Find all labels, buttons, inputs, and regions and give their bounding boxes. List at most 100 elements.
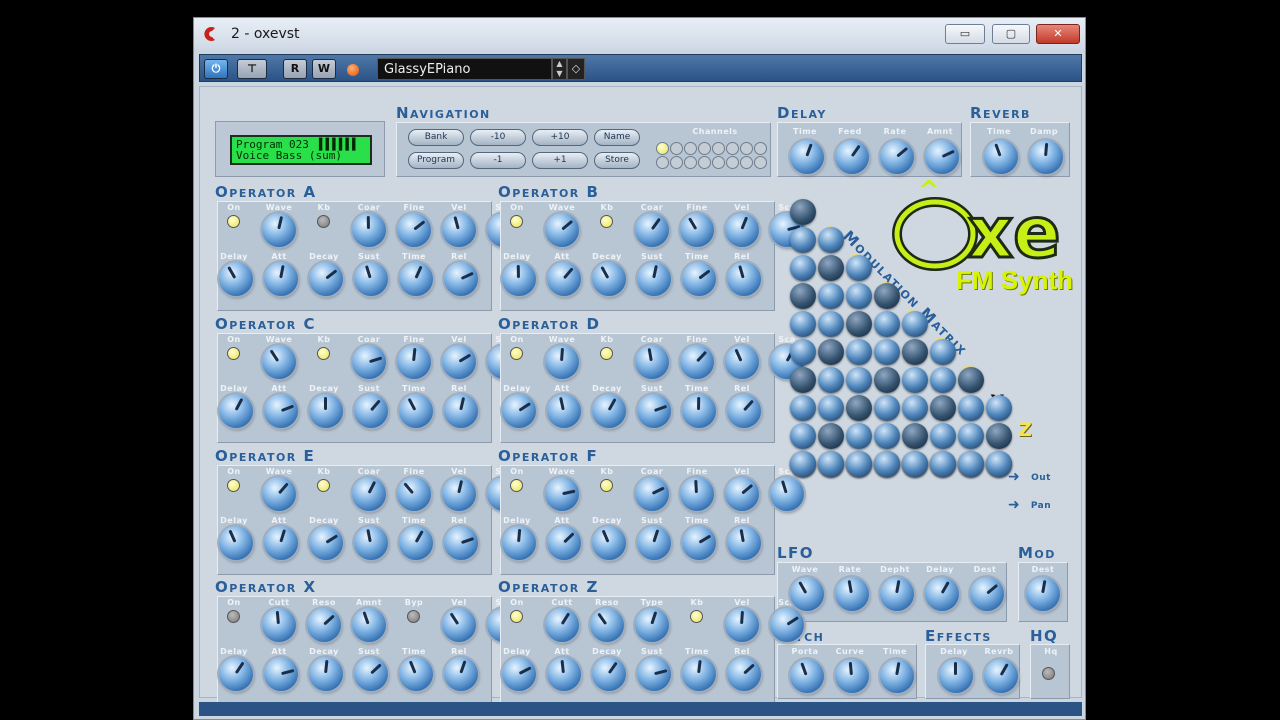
channel-led[interactable]: [726, 156, 739, 169]
operator-d-sust-knob[interactable]: [637, 394, 671, 428]
matrix-cell[interactable]: [818, 255, 844, 281]
operator-e-delay-knob[interactable]: [219, 526, 253, 560]
operator-d-fine-knob[interactable]: [680, 345, 714, 379]
operator-a-wave-knob[interactable]: [262, 213, 296, 247]
matrix-cell[interactable]: [874, 283, 900, 309]
lfo-delay-knob[interactable]: [925, 577, 959, 611]
read-automation-button[interactable]: R: [283, 59, 307, 79]
matrix-cell[interactable]: [902, 367, 928, 393]
matrix-pan-cell[interactable]: [930, 451, 956, 477]
operator-a-kb-led[interactable]: [317, 215, 330, 228]
operator-e-on-led[interactable]: [227, 479, 240, 492]
operator-d-on-led[interactable]: [510, 347, 523, 360]
channel-led[interactable]: [684, 156, 697, 169]
operator-f-wave-knob[interactable]: [545, 477, 579, 511]
operator-a-sust-knob[interactable]: [354, 262, 388, 296]
operator-x-amnt-knob[interactable]: [352, 608, 386, 642]
operator-b-sust-knob[interactable]: [637, 262, 671, 296]
operator-z-decay-knob[interactable]: [592, 657, 626, 691]
matrix-cell[interactable]: [790, 311, 816, 337]
preset-spin-arrows-icon[interactable]: ▲ ▼: [552, 58, 567, 80]
operator-z-att-knob[interactable]: [547, 657, 581, 691]
operator-b-delay-knob[interactable]: [502, 262, 536, 296]
close-button[interactable]: ✕: [1036, 24, 1080, 44]
operator-f-att-knob[interactable]: [547, 526, 581, 560]
operator-z-delay-knob[interactable]: [502, 657, 536, 691]
matrix-cell[interactable]: [846, 311, 872, 337]
matrix-cell[interactable]: [790, 227, 816, 253]
matrix-cell[interactable]: [930, 395, 956, 421]
power-button[interactable]: ⏻: [204, 59, 228, 79]
nav-button-store[interactable]: Store: [594, 152, 640, 169]
title-bar[interactable]: 2 - oxevst ▭ ▢ ✕: [194, 18, 1085, 50]
matrix-cell[interactable]: [902, 423, 928, 449]
delay-amnt-knob[interactable]: [925, 140, 959, 174]
operator-f-delay-knob[interactable]: [502, 526, 536, 560]
operator-f-sust-knob[interactable]: [637, 526, 671, 560]
operator-e-kb-led[interactable]: [317, 479, 330, 492]
operator-a-vel-knob[interactable]: [442, 213, 476, 247]
operator-c-coar-knob[interactable]: [352, 345, 386, 379]
operator-c-fine-knob[interactable]: [397, 345, 431, 379]
nav-button-minus10[interactable]: -10: [470, 129, 526, 146]
operator-e-fine-knob[interactable]: [397, 477, 431, 511]
operator-e-decay-knob[interactable]: [309, 526, 343, 560]
operator-d-vel-knob[interactable]: [725, 345, 759, 379]
operator-b-time-knob[interactable]: [682, 262, 716, 296]
operator-z-sca-knob[interactable]: [770, 608, 804, 642]
matrix-pan-cell[interactable]: [986, 451, 1012, 477]
operator-c-wave-knob[interactable]: [262, 345, 296, 379]
matrix-pan-cell[interactable]: [874, 451, 900, 477]
operator-a-rel-knob[interactable]: [444, 262, 478, 296]
channel-led[interactable]: [698, 156, 711, 169]
matrix-cell[interactable]: [790, 283, 816, 309]
operator-z-kb-led[interactable]: [690, 610, 703, 623]
operator-e-time-knob[interactable]: [399, 526, 433, 560]
nav-button-name[interactable]: Name: [594, 129, 640, 146]
channel-led[interactable]: [712, 156, 725, 169]
operator-b-coar-knob[interactable]: [635, 213, 669, 247]
channel-led[interactable]: [656, 156, 669, 169]
operator-b-on-led[interactable]: [510, 215, 523, 228]
operator-a-att-knob[interactable]: [264, 262, 298, 296]
operator-z-reso-knob[interactable]: [590, 608, 624, 642]
operator-f-coar-knob[interactable]: [635, 477, 669, 511]
matrix-cell[interactable]: [930, 367, 956, 393]
operator-f-sca-knob[interactable]: [770, 477, 804, 511]
operator-b-vel-knob[interactable]: [725, 213, 759, 247]
operator-f-vel-knob[interactable]: [725, 477, 759, 511]
matrix-cell[interactable]: [818, 339, 844, 365]
reverb-time-knob[interactable]: [984, 140, 1018, 174]
channel-led[interactable]: [698, 142, 711, 155]
operator-z-cutt-knob[interactable]: [545, 608, 579, 642]
operator-z-rel-knob[interactable]: [727, 657, 761, 691]
operator-e-rel-knob[interactable]: [444, 526, 478, 560]
operator-x-delay-knob[interactable]: [219, 657, 253, 691]
operator-b-decay-knob[interactable]: [592, 262, 626, 296]
operator-c-sust-knob[interactable]: [354, 394, 388, 428]
matrix-cell[interactable]: [958, 395, 984, 421]
matrix-cell[interactable]: [818, 395, 844, 421]
operator-e-sust-knob[interactable]: [354, 526, 388, 560]
operator-b-wave-knob[interactable]: [545, 213, 579, 247]
matrix-cell[interactable]: [874, 367, 900, 393]
operator-z-on-led[interactable]: [510, 610, 523, 623]
matrix-cell[interactable]: [874, 339, 900, 365]
matrix-cell[interactable]: [790, 423, 816, 449]
operator-f-on-led[interactable]: [510, 479, 523, 492]
operator-c-decay-knob[interactable]: [309, 394, 343, 428]
operator-b-fine-knob[interactable]: [680, 213, 714, 247]
operator-a-on-led[interactable]: [227, 215, 240, 228]
matrix-cell[interactable]: [958, 367, 984, 393]
matrix-cell[interactable]: [790, 367, 816, 393]
matrix-cell[interactable]: [818, 283, 844, 309]
operator-d-delay-knob[interactable]: [502, 394, 536, 428]
lfo-dest-knob[interactable]: [970, 577, 1004, 611]
operator-e-wave-knob[interactable]: [262, 477, 296, 511]
channel-led[interactable]: [740, 142, 753, 155]
matrix-cell[interactable]: [818, 227, 844, 253]
matrix-cell[interactable]: [846, 423, 872, 449]
operator-x-vel-knob[interactable]: [442, 608, 476, 642]
operator-f-time-knob[interactable]: [682, 526, 716, 560]
write-automation-button[interactable]: W: [312, 59, 336, 79]
